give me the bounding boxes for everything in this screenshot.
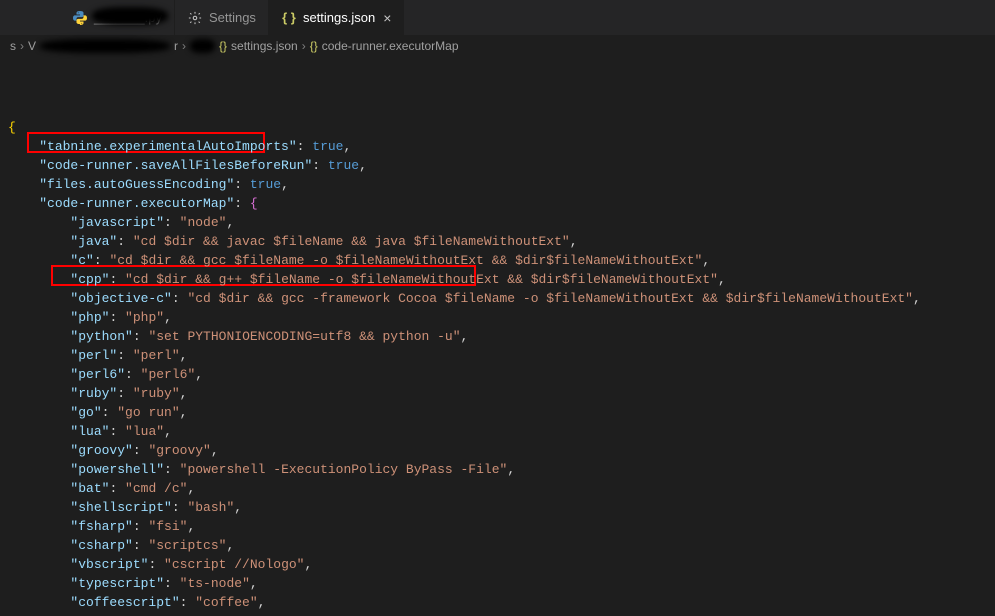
gear-icon [187,10,203,26]
tab-label: Settings [209,10,256,25]
code-line: { [8,118,987,137]
braces-icon: { } [281,10,297,26]
breadcrumb-segment: V [28,39,36,53]
code-line: "files.autoGuessEncoding": true, [8,175,987,194]
editor-tab-bar: _______.py Settings { } settings.json × [0,0,995,35]
breadcrumb-segment: code-runner.executorMap [322,39,459,53]
code-line: "code-runner.saveAllFilesBeforeRun": tru… [8,156,987,175]
tab-settings-ui[interactable]: Settings [175,0,269,35]
obscured-region [190,39,215,53]
code-line: "objective-c": "cd $dir && gcc -framewor… [8,289,987,308]
breadcrumb[interactable]: s › V r › {} settings.json › {} code-run… [0,35,995,57]
code-line: "c": "cd $dir && gcc $fileName -o $fileN… [8,251,987,270]
code-line: "groovy": "groovy", [8,441,987,460]
obscured-region [92,7,168,25]
code-line: "tabnine.experimentalAutoImports": true, [8,137,987,156]
code-line: "javascript": "node", [8,213,987,232]
tab-python-file[interactable]: _______.py [60,0,175,35]
code-line: "powershell": "powershell -ExecutionPoli… [8,460,987,479]
obscured-region [40,39,170,53]
code-line: "shellscript": "bash", [8,498,987,517]
code-line: "fsharp": "fsi", [8,517,987,536]
breadcrumb-segment: s [10,39,16,53]
chevron-right-icon: › [302,39,306,53]
code-line: "php": "php", [8,308,987,327]
code-line: "coffeescript": "coffee", [8,593,987,612]
close-icon[interactable]: × [383,10,391,26]
code-line: "lua": "lua", [8,422,987,441]
code-editor[interactable]: { "tabnine.experimentalAutoImports": tru… [0,57,995,616]
tab-label: settings.json [303,10,375,25]
code-line: "perl6": "perl6", [8,365,987,384]
code-line: "vbscript": "cscript //Nologo", [8,555,987,574]
code-line: "ruby": "ruby", [8,384,987,403]
chevron-right-icon: › [20,39,24,53]
code-line: "python": "set PYTHONIOENCODING=utf8 && … [8,327,987,346]
braces-icon: {} [310,39,318,53]
code-line: "bat": "cmd /c", [8,479,987,498]
chevron-right-icon: › [182,39,186,53]
code-line: "csharp": "scriptcs", [8,536,987,555]
code-line: "go": "go run", [8,403,987,422]
code-line: "java": "cd $dir && javac $fileName && j… [8,232,987,251]
breadcrumb-segment: r [174,39,178,53]
code-line: "typescript": "ts-node", [8,574,987,593]
braces-icon: {} [219,39,227,53]
breadcrumb-segment: settings.json [231,39,298,53]
code-line: "perl": "perl", [8,346,987,365]
tab-settings-json[interactable]: { } settings.json × [269,0,404,35]
python-file-icon [72,10,88,26]
code-line: "cpp": "cd $dir && g++ $fileName -o $fil… [8,270,987,289]
code-line: "code-runner.executorMap": { [8,194,987,213]
